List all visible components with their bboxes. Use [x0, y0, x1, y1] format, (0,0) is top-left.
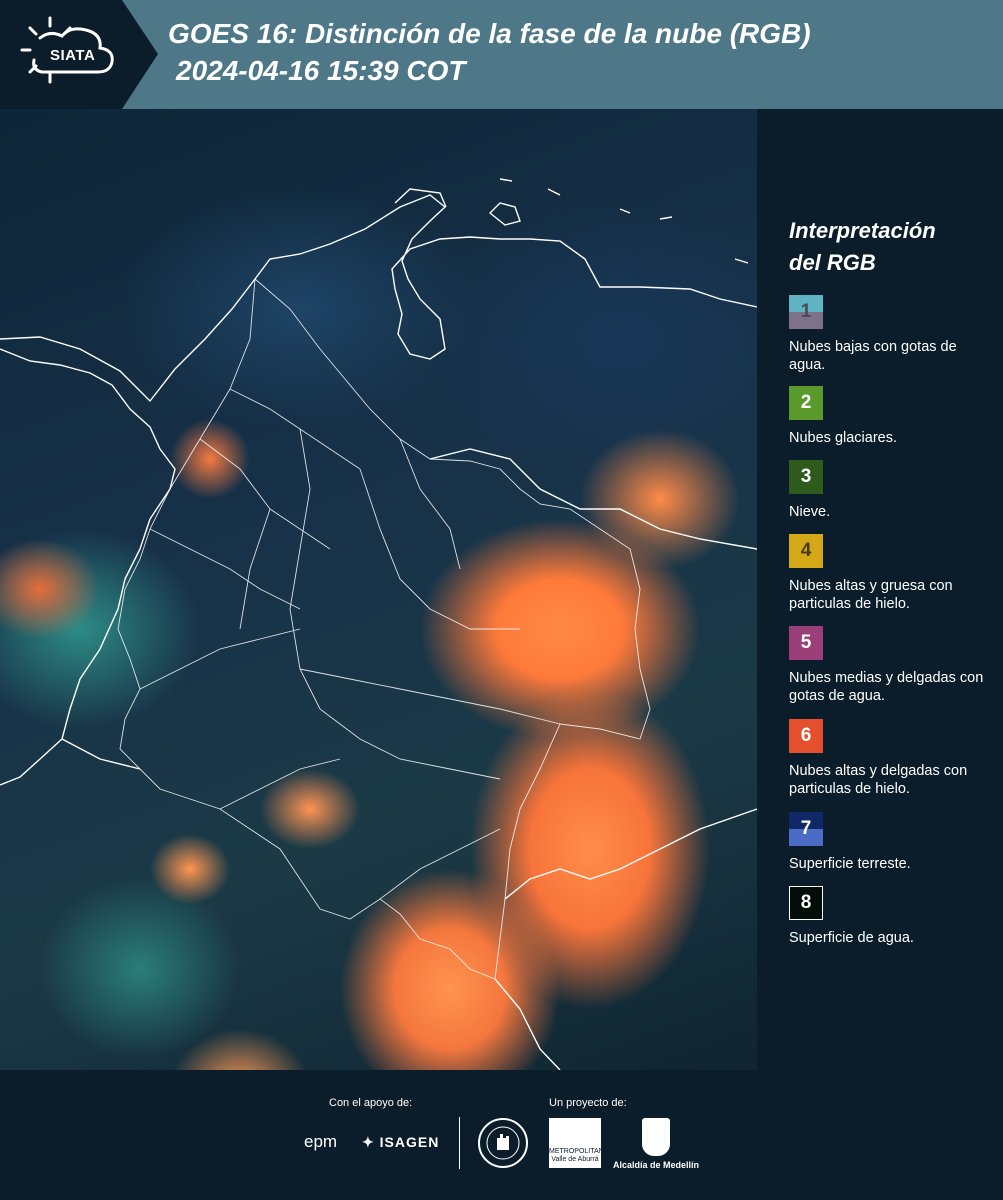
epm-logo: epm	[304, 1132, 338, 1151]
medellin-shield-icon	[642, 1118, 670, 1156]
footer-divider	[459, 1117, 460, 1169]
header-banner: SIATA GOES 16: Distinción de la fase de …	[0, 0, 1003, 109]
legend-item-3: 3 Nieve.	[789, 460, 989, 534]
legend-swatch-4: 4	[789, 534, 823, 568]
borders-overlay	[0, 178, 757, 1070]
legend-swatch-3: 3	[789, 460, 823, 494]
islands	[488, 178, 749, 264]
legend-panel: Interpretación del RGB 1 Nubes bajas con…	[789, 215, 989, 960]
legend-label-2: Nubes glaciares.	[789, 430, 897, 446]
legend-label-7: Superficie terreste.	[789, 856, 911, 872]
timestamp: 2024-04-16 15:39 COT	[176, 55, 466, 86]
isagen-logo: ✦ ISAGEN	[362, 1134, 440, 1150]
medellin-label: Alcaldía de Medellín	[613, 1160, 700, 1170]
hand-seal-icon	[486, 1126, 520, 1160]
project-label: Un proyecto de:	[549, 1097, 627, 1109]
legend-label-3: Nieve.	[789, 504, 831, 520]
legend-label-6: Nubes altas y delgadas con particulas de…	[789, 763, 968, 797]
legend-swatch-8: 8	[789, 886, 823, 920]
siata-logo: SIATA	[0, 0, 158, 109]
legend-item-1: 1 Nubes bajas con gotas de agua.	[789, 295, 989, 386]
legend-label-8: Superficie de agua.	[789, 930, 914, 946]
legend-item-2: 2 Nubes glaciares.	[789, 386, 989, 460]
legend-item-4: 4 Nubes altas y gruesa con particulas de…	[789, 534, 989, 626]
legend-title: Interpretación del RGB	[789, 215, 989, 279]
pacific-coastline	[0, 488, 171, 786]
legend-item-6: 6 Nubes altas y delgadas con particulas …	[789, 719, 989, 812]
legend-swatch-1: 1	[789, 295, 823, 329]
legend-swatch-7: 7	[789, 812, 823, 846]
satellite-rgb-map	[0, 109, 757, 1070]
legend-item-8: 8 Superficie de agua.	[789, 886, 989, 960]
legend-label-5: Nubes medias y delgadas con gotas de agu…	[789, 670, 984, 704]
legend-label-4: Nubes altas y gruesa con particulas de h…	[789, 578, 953, 612]
university-seal-logo	[478, 1118, 528, 1168]
neighbor-borders	[61, 448, 757, 1070]
legend-swatch-2: 2	[789, 386, 823, 420]
panama-coastline	[0, 348, 176, 490]
isagen-star-icon: ✦	[362, 1134, 375, 1150]
department-borders	[139, 388, 561, 900]
legend-label-1: Nubes bajas con gotas de agua.	[789, 339, 957, 373]
support-label: Con el apoyo de:	[329, 1097, 413, 1109]
legend-swatch-6: 6	[789, 719, 823, 753]
page-title: GOES 16: Distinción de la fase de la nub…	[168, 18, 811, 49]
legend-swatch-5: 5	[789, 626, 823, 660]
caribbean-coastline	[0, 194, 757, 403]
legend-item-7: 7 Superficie terreste.	[789, 812, 989, 886]
legend-item-5: 5 Nubes medias y delgadas con gotas de a…	[789, 626, 989, 719]
area-metropolitana-logo: METROPOLITANA Valle de Aburrá	[549, 1118, 608, 1168]
siata-logo-text: SIATA	[50, 47, 96, 64]
peninsula-coastline	[394, 188, 447, 208]
legend-title-line1: Interpretación	[789, 218, 936, 243]
legend-title-line2: del RGB	[789, 250, 876, 275]
footer: Con el apoyo de: Un proyecto de: epm ✦ I…	[0, 1070, 1003, 1200]
colombia-border	[117, 278, 651, 980]
